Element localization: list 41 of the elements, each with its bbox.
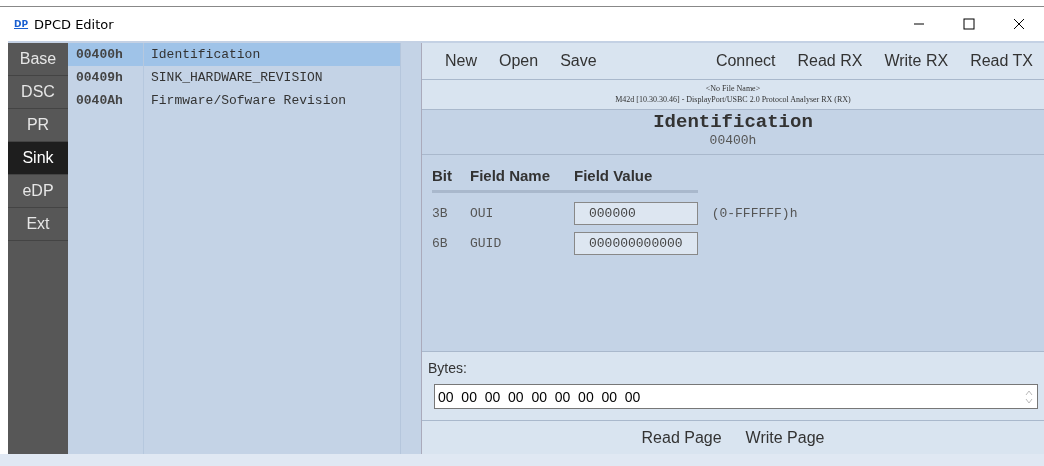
toolbar-button[interactable]: Connect bbox=[704, 51, 787, 70]
register-row[interactable]: 00409h SINK_HARDWARE_REVISION bbox=[68, 66, 400, 89]
field-name-cell-text: OUI bbox=[470, 205, 495, 224]
register-row[interactable]: 00400h Identification bbox=[68, 43, 400, 66]
device-name: M42d [10.30.30.46] - DisplayPort/USBC 2.0 Protocol Analyser RX (RX) bbox=[615, 94, 851, 106]
register-name: Firmware/Sofware Revision bbox=[150, 93, 347, 108]
toolbar-button[interactable]: Write RX bbox=[873, 51, 960, 70]
toolbar-button[interactable]: Read RX bbox=[786, 51, 874, 70]
page-button[interactable]: Read Page bbox=[631, 428, 732, 447]
bytes-field[interactable]: 00 00 00 00 00 00 00 00 00 bbox=[434, 384, 1038, 410]
field-value-input[interactable]: 000000 bbox=[574, 202, 698, 226]
bit-cell-text: 3B bbox=[432, 205, 449, 224]
register-name: SINK_HARDWARE_REVISION bbox=[150, 70, 323, 85]
column-header: Bit bbox=[432, 166, 470, 193]
range-hint: (0-FFFFFF)h bbox=[710, 206, 798, 222]
window-title: DPCD Editor bbox=[34, 16, 114, 32]
splitter-panel[interactable] bbox=[401, 43, 421, 454]
toolbar-button[interactable]: New bbox=[434, 51, 488, 70]
register-row[interactable]: 0040Ah Firmware/Sofware Revision bbox=[68, 89, 400, 112]
bit-cell-text: 6B bbox=[432, 235, 449, 254]
toolbar-button[interactable]: Open bbox=[488, 51, 550, 70]
page-address: 00400h bbox=[709, 133, 757, 149]
file-name: <No File Name> bbox=[705, 83, 761, 95]
toolbar-button[interactable]: Read TX bbox=[959, 51, 1044, 70]
register-address: 00400h bbox=[75, 47, 124, 62]
toolbar-button[interactable]: Save bbox=[549, 51, 608, 70]
column-header: Field Name bbox=[470, 166, 574, 193]
register-name: Identification bbox=[150, 47, 261, 62]
maximize-icon bbox=[963, 18, 975, 30]
app-logo: DP bbox=[14, 19, 29, 29]
field-value-input[interactable]: 000000000000 bbox=[574, 232, 698, 256]
bytes-label: Bytes: bbox=[428, 360, 468, 377]
field-name-cell-text: GUID bbox=[470, 235, 503, 254]
spin-icon[interactable] bbox=[1025, 388, 1033, 405]
register-address: 00409h bbox=[75, 70, 124, 85]
page-button[interactable]: Write Page bbox=[735, 428, 835, 447]
sidebar-tab[interactable]: Sink bbox=[8, 142, 68, 175]
close-icon bbox=[1013, 18, 1025, 30]
page-title: Identification bbox=[653, 111, 813, 134]
register-address: 0040Ah bbox=[75, 93, 124, 108]
column-header: Field Value bbox=[574, 166, 698, 193]
